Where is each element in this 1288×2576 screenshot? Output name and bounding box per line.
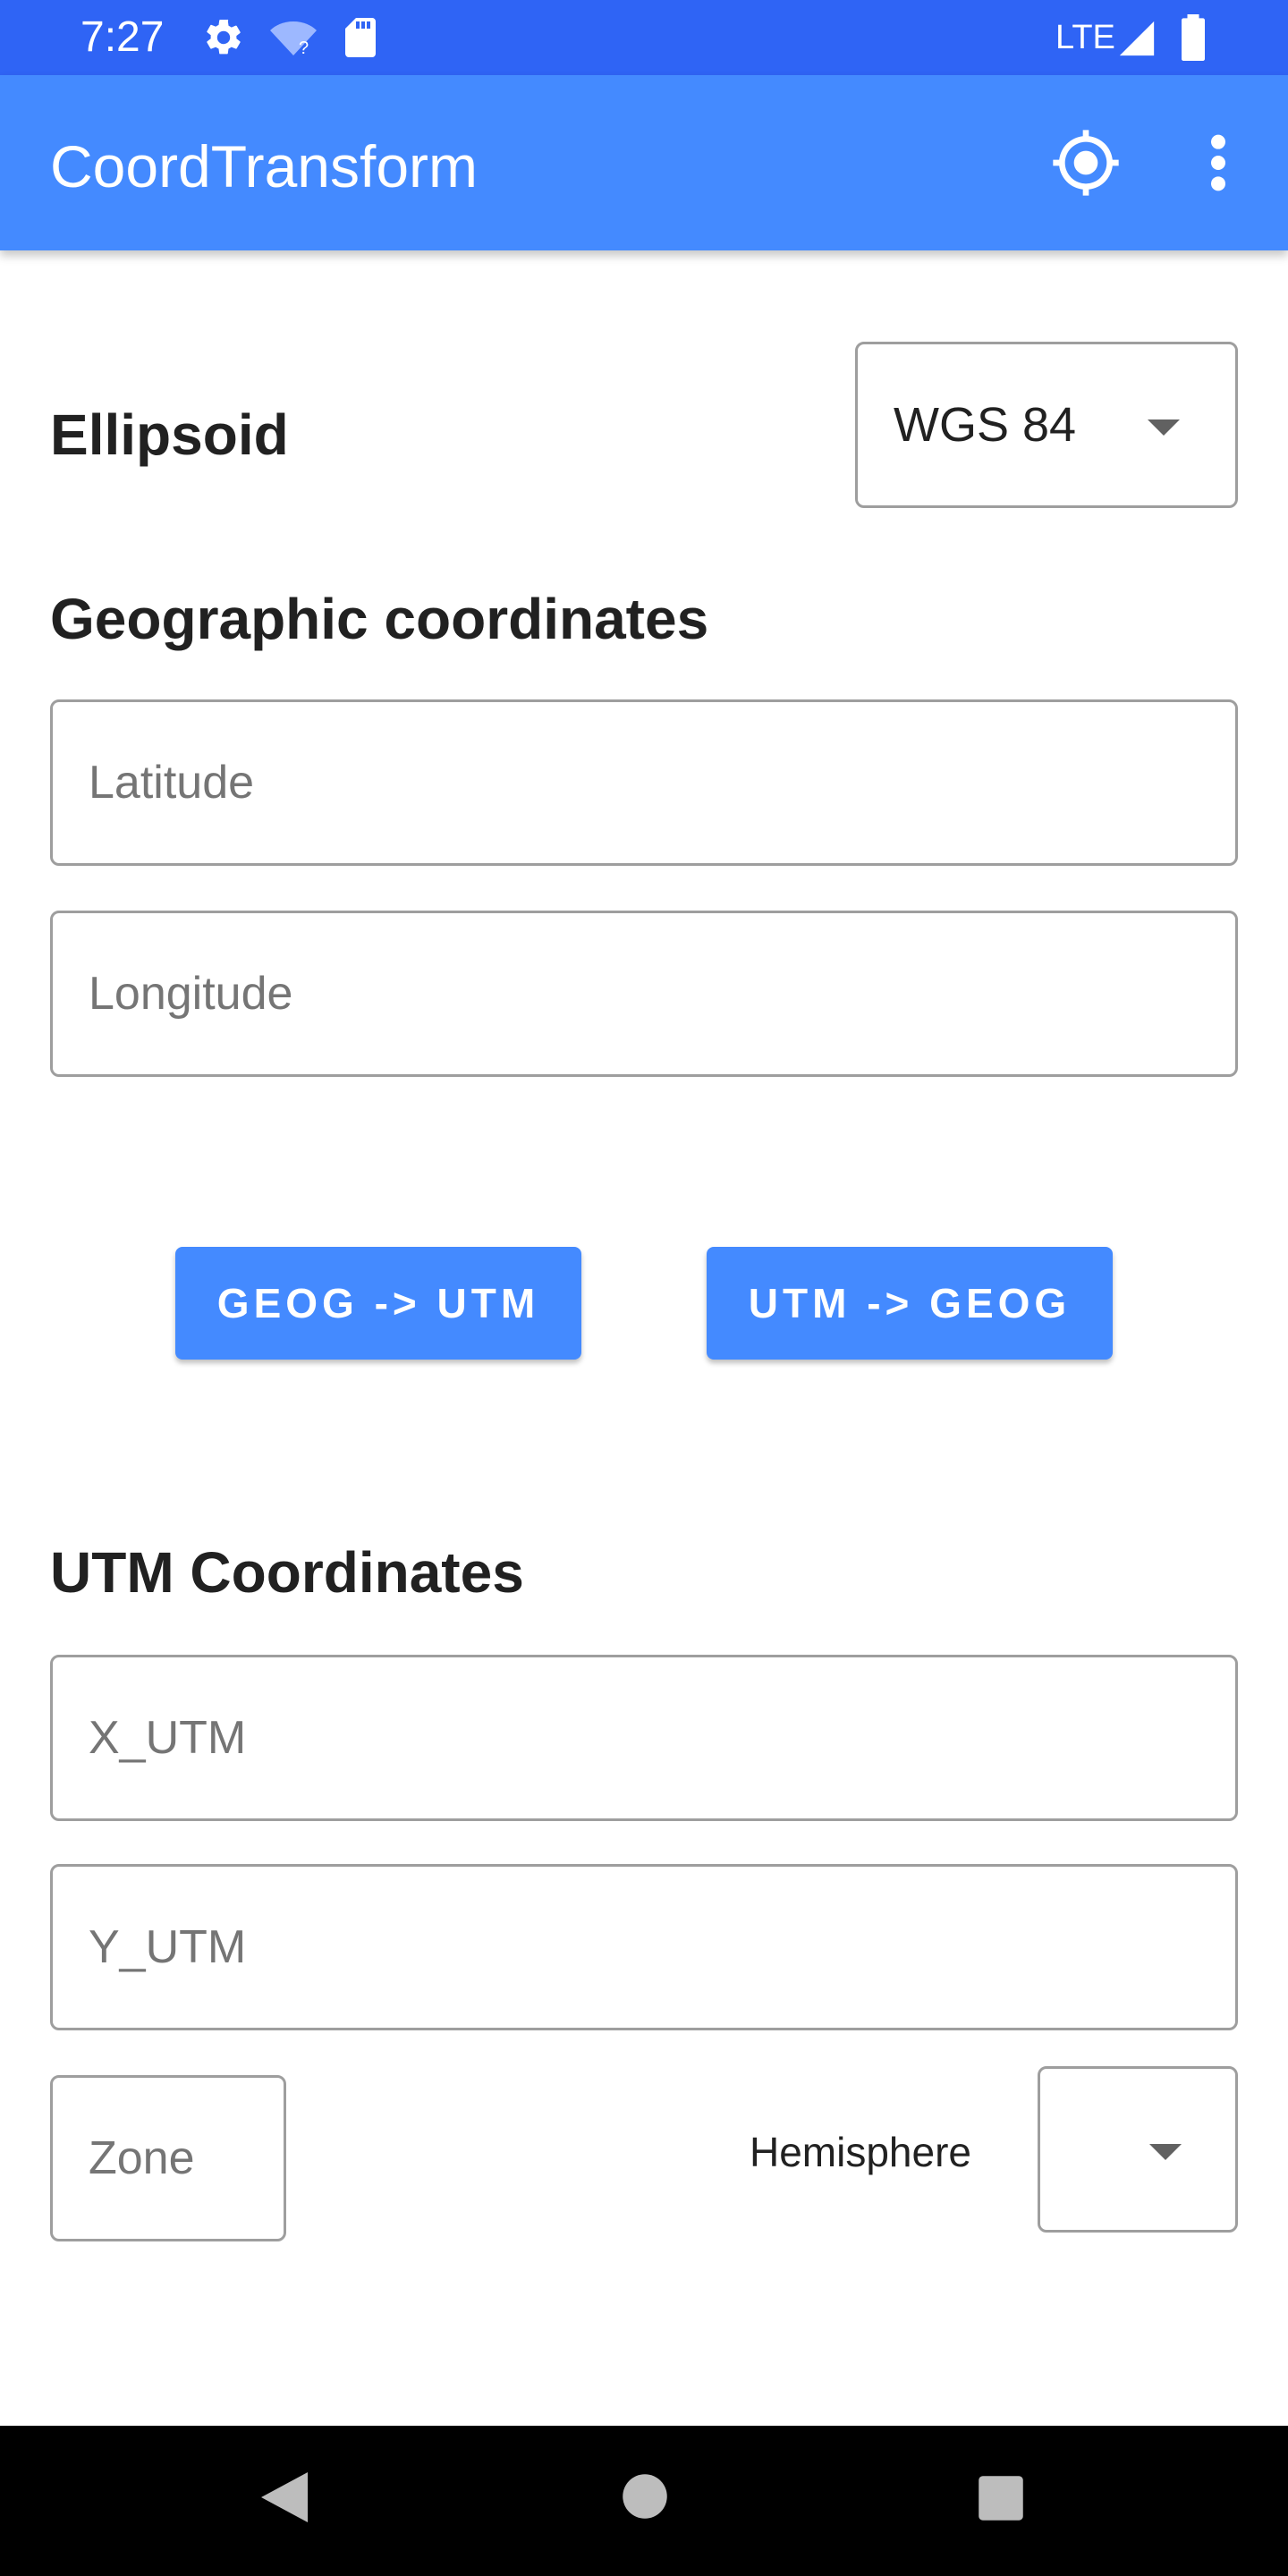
- network-type: LTE: [1055, 19, 1115, 56]
- ellipsoid-dropdown[interactable]: WGS 84: [855, 342, 1238, 508]
- longitude-input[interactable]: [53, 913, 1235, 1074]
- my-location-icon[interactable]: [1050, 127, 1122, 203]
- hemisphere-label: Hemisphere: [750, 2129, 971, 2175]
- app-bar: CoordTransform: [0, 75, 1288, 250]
- chevron-down-icon: [1149, 2144, 1182, 2160]
- status-time: 7:27: [80, 13, 165, 61]
- latitude-field[interactable]: [50, 699, 1238, 866]
- recents-icon[interactable]: [977, 2474, 1025, 2527]
- utm-heading: UTM Coordinates: [50, 1540, 524, 1605]
- chevron-down-icon: [1148, 419, 1180, 436]
- geog-to-utm-button[interactable]: GEOG -> UTM: [175, 1247, 581, 1360]
- hemisphere-dropdown[interactable]: [1038, 2066, 1238, 2233]
- settings-icon: [202, 16, 245, 64]
- app-title: CoordTransform: [50, 133, 479, 199]
- x-utm-input[interactable]: [53, 1657, 1235, 1818]
- signal-icon: [1116, 18, 1157, 64]
- x-utm-field[interactable]: [50, 1655, 1238, 1821]
- latitude-input[interactable]: [53, 702, 1235, 863]
- navigation-bar: [0, 2426, 1288, 2576]
- utm-to-geog-button[interactable]: UTM -> GEOG: [707, 1247, 1113, 1360]
- ellipsoid-label: Ellipsoid: [50, 402, 289, 467]
- longitude-field[interactable]: [50, 911, 1238, 1077]
- svg-text:?: ?: [299, 38, 309, 57]
- zone-field[interactable]: [50, 2075, 286, 2241]
- back-icon[interactable]: [258, 2469, 311, 2530]
- status-bar: 7:27 ? LTE: [0, 0, 1288, 75]
- y-utm-field[interactable]: [50, 1864, 1238, 2030]
- sd-card-icon: [343, 16, 379, 64]
- geographic-heading: Geographic coordinates: [50, 587, 709, 651]
- wifi-unknown-icon: ?: [268, 18, 318, 62]
- home-icon[interactable]: [621, 2472, 669, 2525]
- battery-icon: [1179, 14, 1208, 65]
- zone-input[interactable]: [53, 2078, 284, 2239]
- y-utm-input[interactable]: [53, 1867, 1235, 2028]
- more-vert-icon[interactable]: [1193, 127, 1243, 203]
- ellipsoid-selected-value: WGS 84: [894, 398, 1077, 452]
